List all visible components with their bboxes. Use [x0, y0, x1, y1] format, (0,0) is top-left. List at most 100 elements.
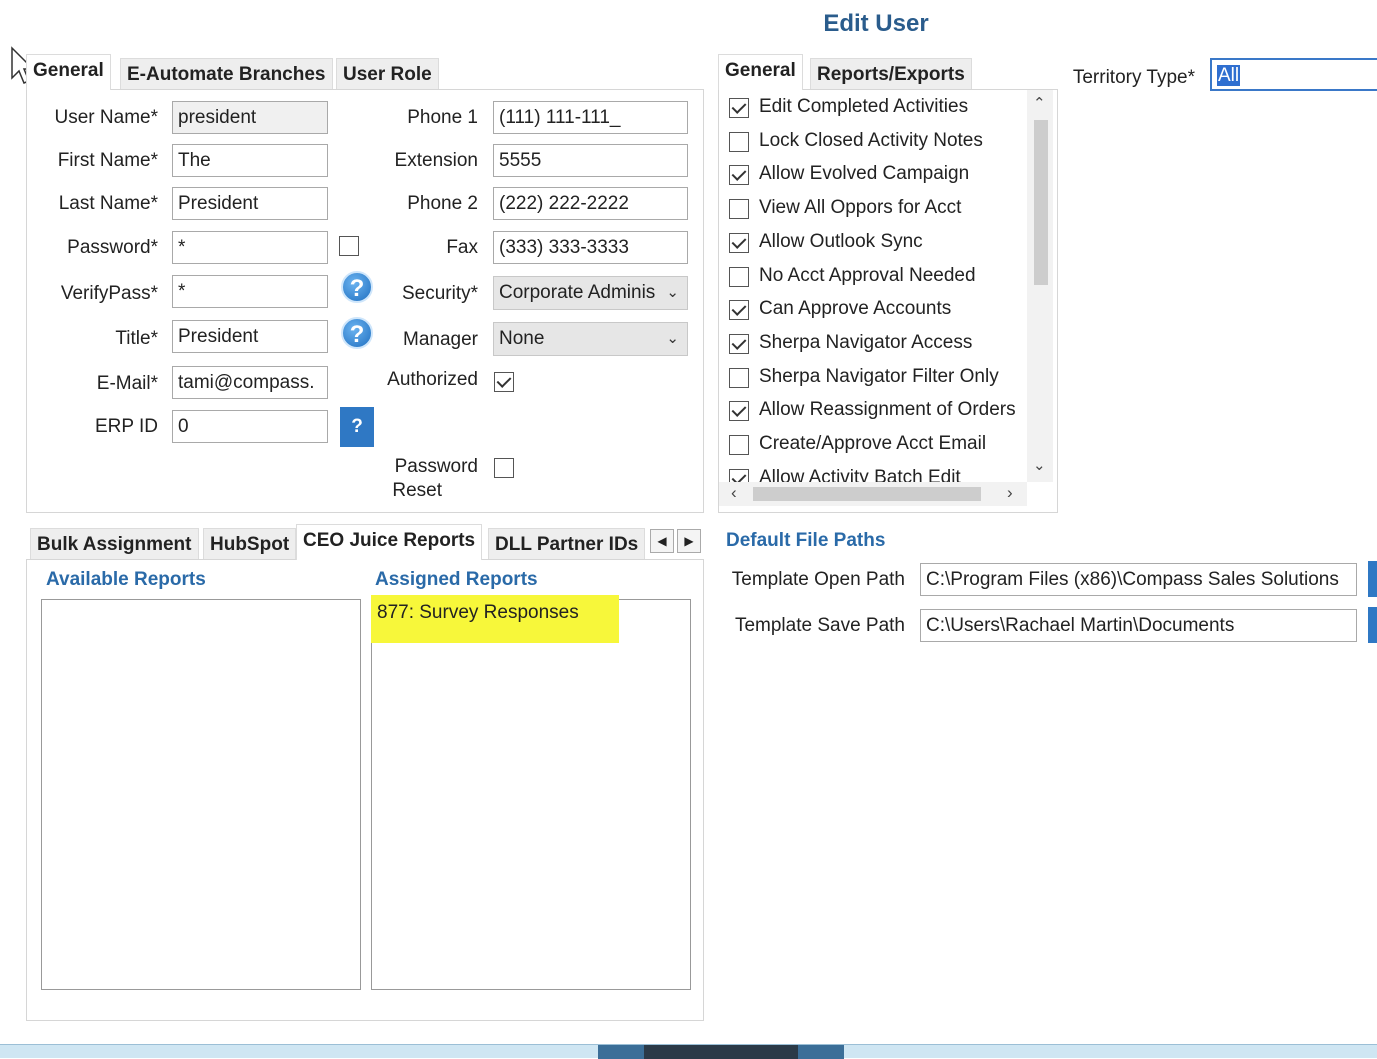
permissions-panel: Edit Completed Activities Lock Closed Act… — [718, 89, 1058, 513]
password-reset-label-2: Reset — [392, 480, 442, 501]
tab-general[interactable]: General — [26, 54, 111, 90]
permission-label: Lock Closed Activity Notes — [759, 129, 983, 151]
permission-item[interactable]: Allow Evolved Campaign — [729, 163, 1029, 189]
authorized-checkbox[interactable] — [494, 372, 514, 392]
permission-item[interactable]: View All Oppors for Acct — [729, 197, 1029, 223]
tab-scroll-left-icon[interactable]: ◀ — [650, 529, 674, 553]
assigned-reports-list[interactable]: 877: Survey Responses — [371, 595, 691, 990]
extension-label: Extension — [394, 150, 478, 171]
h-scroll-thumb[interactable] — [753, 487, 981, 501]
scroll-right-icon[interactable]: › — [1007, 483, 1013, 503]
template-save-browse-button[interactable] — [1368, 607, 1377, 643]
extension-field[interactable]: 5555 — [493, 144, 688, 177]
permission-item[interactable]: Sherpa Navigator Filter Only — [729, 366, 1029, 392]
password-field[interactable]: * — [172, 231, 328, 264]
scroll-thumb[interactable] — [1034, 120, 1048, 285]
fax-field[interactable]: (333) 333-3333 — [493, 231, 688, 264]
tab-dll-partner-ids[interactable]: DLL Partner IDs — [488, 528, 646, 560]
tab-ceo-juice-reports[interactable]: CEO Juice Reports — [296, 524, 483, 560]
template-save-path-label: Template Save Path — [734, 615, 905, 636]
permission-checkbox[interactable] — [729, 300, 749, 321]
title-field[interactable]: President — [172, 320, 328, 353]
taskbar-active-app[interactable] — [644, 1045, 798, 1059]
permission-checkbox[interactable] — [729, 468, 749, 482]
territory-type-label: Territory Type* — [1072, 67, 1195, 88]
security-select[interactable]: Corporate Adminis ⌄ — [493, 276, 688, 310]
verify-pass-label: VerifyPass* — [60, 283, 158, 304]
phone2-label: Phone 2 — [407, 193, 478, 214]
show-password-checkbox[interactable] — [339, 236, 359, 256]
fax-label: Fax — [446, 237, 478, 258]
dialog-title: Edit User — [823, 10, 929, 37]
taskbar-app-icon-2[interactable] — [798, 1045, 844, 1059]
template-open-browse-button[interactable] — [1368, 561, 1377, 597]
verify-pass-help-icon[interactable]: ? — [341, 271, 373, 303]
last-name-field[interactable]: President — [172, 187, 328, 220]
template-open-path-field[interactable]: C:\Program Files (x86)\Compass Sales Sol… — [920, 563, 1357, 596]
template-save-path-field[interactable]: C:\Users\Rachael Martin\Documents — [920, 609, 1357, 642]
password-reset-label-1: Password — [394, 456, 478, 477]
tab-scroll-right-icon[interactable]: ▶ — [677, 529, 701, 553]
email-label: E-Mail* — [96, 373, 158, 394]
password-reset-checkbox[interactable] — [494, 458, 514, 478]
permission-item[interactable]: Sherpa Navigator Access — [729, 332, 1029, 358]
permission-label: No Acct Approval Needed — [759, 264, 976, 286]
title-help-icon[interactable]: ? — [341, 317, 373, 349]
permission-label: Allow Evolved Campaign — [759, 163, 970, 185]
scroll-left-icon[interactable]: ‹ — [731, 483, 737, 503]
scroll-up-icon[interactable]: ⌃ — [1033, 94, 1046, 112]
erp-id-help-button[interactable]: ? — [340, 407, 374, 447]
permission-item[interactable]: Lock Closed Activity Notes — [729, 130, 1029, 156]
phone1-field[interactable]: (111) 111-111_ — [493, 101, 688, 134]
permission-label: Edit Completed Activities — [759, 96, 969, 117]
tab-bulk-assignment[interactable]: Bulk Assignment — [30, 528, 199, 560]
last-name-label: Last Name* — [58, 193, 158, 214]
permission-item[interactable]: No Acct Approval Needed — [729, 265, 1029, 291]
permission-checkbox[interactable] — [729, 232, 749, 253]
email-field[interactable]: tami@compass. — [172, 366, 328, 399]
permissions-list: Edit Completed Activities Lock Closed Act… — [719, 90, 1029, 482]
tab-right-general[interactable]: General — [718, 54, 803, 90]
taskbar-app-icon[interactable] — [598, 1045, 644, 1059]
available-reports-list[interactable] — [41, 599, 361, 990]
permission-checkbox[interactable] — [729, 333, 749, 354]
user-name-field[interactable]: president — [172, 101, 328, 134]
manager-select[interactable]: None ⌄ — [493, 322, 688, 356]
tab-reports-exports[interactable]: Reports/Exports — [810, 58, 972, 90]
permission-checkbox[interactable] — [729, 367, 749, 388]
permissions-horizontal-scrollbar[interactable]: ‹ › — [719, 482, 1027, 506]
tab-e-automate-branches[interactable]: E-Automate Branches — [120, 58, 333, 90]
tab-hubspot[interactable]: HubSpot — [203, 528, 297, 560]
verify-pass-field[interactable]: * — [172, 275, 328, 308]
permission-item[interactable]: Can Approve Accounts — [729, 298, 1029, 324]
template-open-path-label: Template Open Path — [731, 569, 905, 590]
scroll-down-icon[interactable]: ⌄ — [1033, 456, 1046, 474]
permission-item[interactable]: Allow Outlook Sync — [729, 231, 1029, 257]
permission-checkbox[interactable] — [729, 98, 749, 118]
permission-checkbox[interactable] — [729, 266, 749, 287]
manager-label: Manager — [403, 329, 478, 350]
permission-checkbox[interactable] — [729, 435, 749, 455]
phone2-field[interactable]: (222) 222-2222 — [493, 187, 688, 220]
permissions-vertical-scrollbar[interactable]: ⌃ ⌄ — [1027, 90, 1053, 482]
permission-label: Allow Activity Batch Edit — [759, 466, 961, 482]
first-name-field[interactable]: The — [172, 144, 328, 177]
permission-checkbox[interactable] — [729, 401, 749, 422]
permission-checkbox[interactable] — [729, 165, 749, 186]
territory-type-value: All — [1217, 65, 1241, 86]
assigned-reports-label: Assigned Reports — [375, 569, 538, 590]
permission-checkbox[interactable] — [729, 199, 749, 220]
permission-item[interactable]: Allow Reassignment of Orders — [729, 399, 1029, 425]
permission-item[interactable]: Create/Approve Acct Email — [729, 433, 1029, 459]
permission-label: Sherpa Navigator Filter Only — [759, 365, 999, 387]
assigned-report-item[interactable]: 877: Survey Responses — [371, 595, 619, 643]
erp-id-field[interactable]: 0 — [172, 410, 328, 443]
tab-user-role[interactable]: User Role — [336, 58, 439, 90]
assigned-report-text: 877: Survey Responses — [377, 602, 579, 623]
first-name-label: First Name* — [57, 150, 158, 171]
territory-type-select[interactable]: All — [1210, 58, 1377, 91]
default-file-paths-label: Default File Paths — [726, 530, 886, 551]
permission-item[interactable]: Edit Completed Activities — [729, 96, 1029, 122]
permission-item[interactable]: Allow Activity Batch Edit — [729, 467, 1029, 482]
permission-checkbox[interactable] — [729, 131, 749, 152]
